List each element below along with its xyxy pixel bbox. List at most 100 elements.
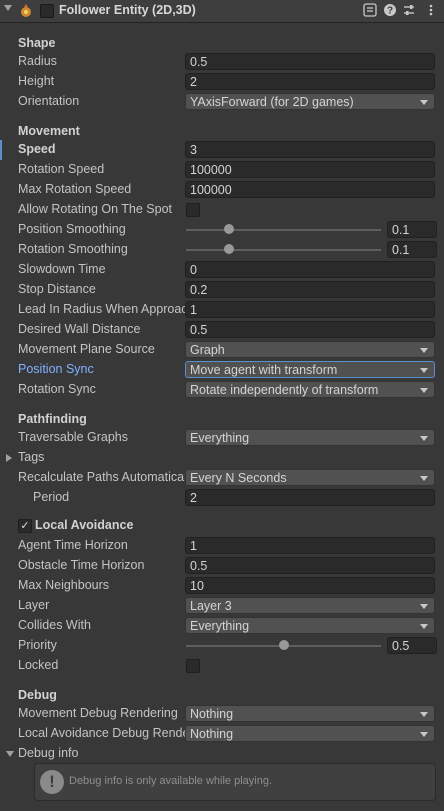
local-avoidance-header: ✓ Local Avoidance [0,516,444,536]
chevron-down-icon [420,476,428,481]
more-menu-icon[interactable] [424,3,438,17]
radius-row: Radius 0.5 [0,52,444,72]
speed-label: Speed [18,142,56,156]
obstacle-time-horizon-label: Obstacle Time Horizon [18,558,145,572]
allow-rotating-checkbox[interactable] [186,203,200,217]
position-smoothing-field[interactable]: 0.1 [387,221,437,238]
radius-field[interactable]: 0.5 [185,53,435,70]
obstacle-time-horizon-row: Obstacle Time Horizon 0.5 [0,556,444,576]
chevron-down-icon [420,732,428,737]
help-icon[interactable]: ? [383,3,397,17]
foldout-arrow-icon[interactable] [6,454,12,462]
chevron-down-icon [420,604,428,609]
collides-with-label: Collides With [18,618,91,632]
lead-in-radius-field[interactable]: 1 [185,301,435,318]
priority-row: Priority 0.5 [0,636,444,656]
rotation-sync-dropdown[interactable]: Rotate independently of transform [185,381,435,398]
position-sync-row: Position Sync Move agent with transform [0,360,444,380]
position-sync-dropdown[interactable]: Move agent with transform [185,361,435,378]
layer-label: Layer [18,598,50,612]
section-debug: Debug [18,688,57,702]
speed-row: Speed 3 [0,140,444,160]
chevron-down-icon [420,624,428,629]
debug-info-label[interactable]: Debug info [18,746,186,760]
debug-info-row[interactable]: Debug info [0,744,444,764]
chevron-down-icon [420,368,428,373]
max-neighbours-field[interactable]: 10 [185,577,435,594]
speed-field[interactable]: 3 [185,141,435,158]
traversable-graphs-row: Traversable Graphs Everything [0,428,444,448]
chevron-down-icon [420,348,428,353]
position-smoothing-slider[interactable] [186,229,381,231]
slider-handle[interactable] [278,640,289,650]
slowdown-time-label: Slowdown Time [18,262,106,276]
slowdown-time-row: Slowdown Time 0 [0,260,444,280]
component-enabled-checkbox[interactable] [40,4,54,18]
collides-with-value: Everything [190,619,250,633]
collides-with-row: Collides With Everything [0,616,444,636]
movement-plane-source-dropdown[interactable]: Graph [185,341,435,358]
rotation-sync-label: Rotation Sync [18,382,96,396]
collides-with-dropdown[interactable]: Everything [185,617,435,634]
max-rotation-speed-row: Max Rotation Speed 100000 [0,180,444,200]
local-avoidance-debug-dropdown[interactable]: Nothing [185,725,435,742]
agent-time-horizon-label: Agent Time Horizon [18,538,128,552]
max-neighbours-label: Max Neighbours [18,578,110,592]
allow-rotating-label: Allow Rotating On The Spot [18,202,173,216]
orientation-row: Orientation YAxisForward (for 2D games) [0,92,444,112]
rotation-smoothing-row: Rotation Smoothing 0.1 [0,240,444,260]
stop-distance-label: Stop Distance [18,282,96,296]
height-field[interactable]: 2 [185,73,435,90]
lead-in-radius-label: Lead In Radius When Approaching [18,302,186,316]
position-smoothing-row: Position Smoothing 0.1 [0,220,444,240]
preset-icon[interactable] [363,3,377,17]
recalculate-row: Recalculate Paths Automatically Every N … [0,468,444,488]
tags-row[interactable]: Tags [0,448,444,468]
traversable-graphs-label: Traversable Graphs [18,430,128,444]
settings-icon[interactable] [402,3,416,17]
tags-label[interactable]: Tags [18,450,186,464]
max-rotation-speed-field[interactable]: 100000 [185,181,435,198]
slider-handle[interactable] [223,224,234,234]
chevron-down-icon [420,436,428,441]
movement-plane-source-value: Graph [190,343,225,357]
component-header[interactable]: Follower Entity (2D,3D) ? [0,0,444,23]
traversable-graphs-dropdown[interactable]: Everything [185,429,435,446]
layer-dropdown[interactable]: Layer 3 [185,597,435,614]
priority-label: Priority [18,638,57,652]
recalculate-dropdown[interactable]: Every N Seconds [185,469,435,486]
stop-distance-field[interactable]: 0.2 [185,281,435,298]
obstacle-time-horizon-field[interactable]: 0.5 [185,557,435,574]
allow-rotating-row: Allow Rotating On The Spot [0,200,444,220]
rotation-smoothing-field[interactable]: 0.1 [387,241,437,258]
desired-wall-distance-field[interactable]: 0.5 [185,321,435,338]
chevron-down-icon [420,712,428,717]
locked-checkbox[interactable] [186,659,200,673]
section-movement: Movement [18,124,80,138]
orientation-value: YAxisForward (for 2D games) [190,95,354,109]
orientation-dropdown[interactable]: YAxisForward (for 2D games) [185,93,435,110]
period-label: Period [33,490,70,504]
agent-time-horizon-row: Agent Time Horizon 1 [0,536,444,556]
stop-distance-row: Stop Distance 0.2 [0,280,444,300]
rotation-speed-field[interactable]: 100000 [185,161,435,178]
movement-debug-value: Nothing [190,707,234,721]
movement-plane-source-row: Movement Plane Source Graph [0,340,444,360]
foldout-arrow-icon[interactable] [4,5,12,11]
slowdown-time-field[interactable]: 0 [185,261,435,278]
component-title: Follower Entity (2D,3D) [59,3,196,17]
locked-label: Locked [18,658,59,672]
slider-handle[interactable] [223,244,234,254]
rotation-smoothing-label: Rotation Smoothing [18,242,128,256]
local-avoidance-checkbox[interactable]: ✓ [18,519,32,533]
period-field[interactable]: 2 [185,489,435,506]
local-avoidance-debug-row: Local Avoidance Debug Rendering Nothing [0,724,444,744]
priority-field[interactable]: 0.5 [387,637,437,654]
rotation-smoothing-slider[interactable] [186,249,381,251]
foldout-arrow-icon[interactable] [6,751,14,757]
movement-debug-dropdown[interactable]: Nothing [185,705,435,722]
movement-plane-source-label: Movement Plane Source [18,342,155,356]
agent-time-horizon-field[interactable]: 1 [185,537,435,554]
lead-in-radius-row: Lead In Radius When Approaching 1 [0,300,444,320]
desired-wall-distance-row: Desired Wall Distance 0.5 [0,320,444,340]
